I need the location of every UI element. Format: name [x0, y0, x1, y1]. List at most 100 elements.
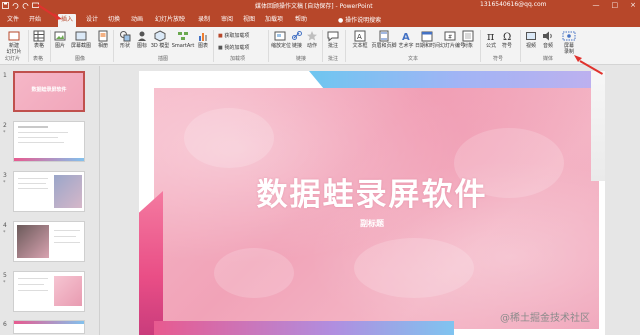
comment-button[interactable]: 批注 — [326, 30, 340, 49]
action-button[interactable]: 动作 — [305, 30, 319, 49]
tab-addins[interactable]: 加载项 — [262, 14, 286, 27]
account-name[interactable]: 1316540616@qq.com — [480, 1, 547, 8]
slide-thumbnail-6[interactable] — [13, 320, 85, 334]
tab-home[interactable]: 开始 — [26, 14, 44, 27]
calendar-icon — [421, 31, 433, 42]
annotation-arrowhead — [574, 55, 582, 62]
thumb-number: 6 — [3, 321, 7, 328]
new-slide-label: 新建 幻灯片 — [6, 43, 22, 55]
slide-thumbnail-1[interactable]: 数据蛙录屏软件 — [13, 71, 85, 112]
minimize-button[interactable]: — — [593, 1, 600, 9]
group-addins: 加载项 — [230, 56, 246, 62]
screenshot-label: 屏幕截图 — [70, 43, 91, 49]
get-addins-button[interactable]: ■ 获取加载项 — [218, 32, 249, 39]
textbox-button[interactable]: A 文本框 — [350, 30, 370, 49]
get-addins-label: 获取加载项 — [224, 33, 250, 39]
screenshot-icon — [75, 31, 87, 41]
divider — [520, 30, 521, 62]
comment-icon — [327, 31, 339, 42]
group-text: 文本 — [408, 56, 419, 62]
video-button[interactable]: 视频 — [524, 30, 538, 49]
tab-slideshow[interactable]: 幻灯片放映 — [152, 14, 188, 27]
link-icon — [292, 31, 302, 40]
screenshot-button[interactable]: 屏幕截图 — [68, 30, 94, 49]
slide-thumbnail-5[interactable] — [13, 271, 85, 312]
thumb-number: 1 — [3, 72, 7, 79]
shapes-label: 形状 — [119, 43, 130, 49]
chart-icon — [199, 33, 207, 41]
decorative-band-bottom — [154, 321, 454, 335]
slide-thumbnail-3[interactable] — [13, 171, 85, 212]
tab-file[interactable]: 文件 — [4, 14, 22, 27]
tab-view[interactable]: 视图 — [240, 14, 258, 27]
screen-record-button[interactable]: 屏幕 录制 — [560, 30, 578, 55]
maximize-button[interactable]: □ — [612, 1, 619, 9]
shapes-button[interactable]: 形状 — [116, 30, 134, 49]
audio-button[interactable]: 音频 — [541, 30, 555, 49]
divider — [213, 30, 214, 62]
action-star-icon — [307, 31, 317, 41]
smartart-button[interactable]: SmartArt — [171, 30, 195, 49]
tab-design[interactable]: 设计 — [83, 14, 101, 27]
tab-record[interactable]: 录制 — [195, 14, 213, 27]
tab-help[interactable]: 帮助 — [292, 14, 310, 27]
header-footer-label: 页眉和页脚 — [371, 43, 397, 49]
album-label: 相册 — [97, 43, 108, 49]
smartart-label: SmartArt — [171, 43, 195, 49]
slide-title[interactable]: 数据蛙录屏软件 — [139, 169, 605, 214]
tab-transitions[interactable]: 切换 — [105, 14, 123, 27]
slide-thumbnail-2[interactable] — [13, 121, 85, 162]
models3d-button[interactable]: 3D 模型 — [150, 30, 170, 49]
transition-star-icon: * — [3, 180, 6, 186]
slide-number-button[interactable]: # 幻灯片编号 — [440, 30, 465, 49]
tell-me-search[interactable]: ● 操作说明搜索 — [338, 15, 381, 24]
divider — [28, 30, 29, 62]
chart-button[interactable]: 图表 — [196, 30, 210, 49]
wordart-button[interactable]: A 艺术字 — [398, 30, 414, 49]
wordart-label: 艺术字 — [398, 43, 414, 49]
thumb-number: 2 — [3, 122, 7, 129]
slide-canvas[interactable]: 数据蛙录屏软件 副标题 — [139, 71, 605, 335]
thumb-number: 5 — [3, 272, 7, 279]
image-button[interactable]: 图片 — [53, 30, 67, 49]
object-button[interactable]: 对象 — [461, 30, 475, 49]
new-slide-button[interactable]: 新建 幻灯片 — [3, 30, 25, 55]
window-title: 媒体回顾操作文稿 [自动保存] - PowerPoint — [255, 3, 373, 10]
transition-star-icon: * — [3, 230, 6, 236]
tab-animations[interactable]: 动画 — [128, 14, 146, 27]
addins-icon: ■ — [218, 45, 223, 51]
models3d-label: 3D 模型 — [150, 43, 170, 49]
omega-icon: Ω — [503, 32, 511, 42]
transition-star-icon: * — [3, 130, 6, 136]
quick-access-toolbar — [2, 2, 39, 9]
svg-text:Ω: Ω — [503, 32, 511, 42]
svg-text:π: π — [487, 30, 494, 42]
equation-button[interactable]: π 公式 — [484, 30, 498, 49]
store-icon: ■ — [218, 33, 223, 39]
header-footer-icon — [379, 30, 389, 42]
album-button[interactable]: 相册 — [96, 30, 110, 49]
icons-button[interactable]: 图标 — [135, 30, 149, 49]
new-slide-icon — [8, 31, 20, 41]
divider — [322, 30, 323, 62]
close-button[interactable]: × — [630, 1, 636, 9]
redo-icon[interactable] — [22, 2, 29, 9]
undo-icon[interactable] — [12, 2, 19, 9]
tab-review[interactable]: 审阅 — [218, 14, 236, 27]
table-button[interactable]: 表格 — [31, 30, 47, 49]
header-footer-button[interactable]: 页眉和页脚 — [371, 30, 397, 49]
zoom-button[interactable]: 缩放定位 — [271, 30, 291, 49]
slide-subtitle[interactable]: 副标题 — [139, 218, 605, 229]
thumb-title: 数据蛙录屏软件 — [31, 87, 67, 93]
datetime-button[interactable]: 日期和时间 — [415, 30, 440, 49]
thumb-number: 3 — [3, 172, 7, 179]
link-button[interactable]: 链接 — [290, 30, 304, 49]
svg-text:A: A — [402, 32, 410, 42]
symbol-button[interactable]: Ω 符号 — [500, 30, 514, 49]
save-icon[interactable] — [2, 2, 9, 9]
slide-thumbnail-4[interactable] — [13, 221, 85, 262]
my-addins-button[interactable]: ■ 我的加载项 — [218, 44, 249, 51]
divider — [50, 30, 51, 62]
object-icon — [462, 30, 474, 42]
smartart-icon — [178, 32, 188, 40]
